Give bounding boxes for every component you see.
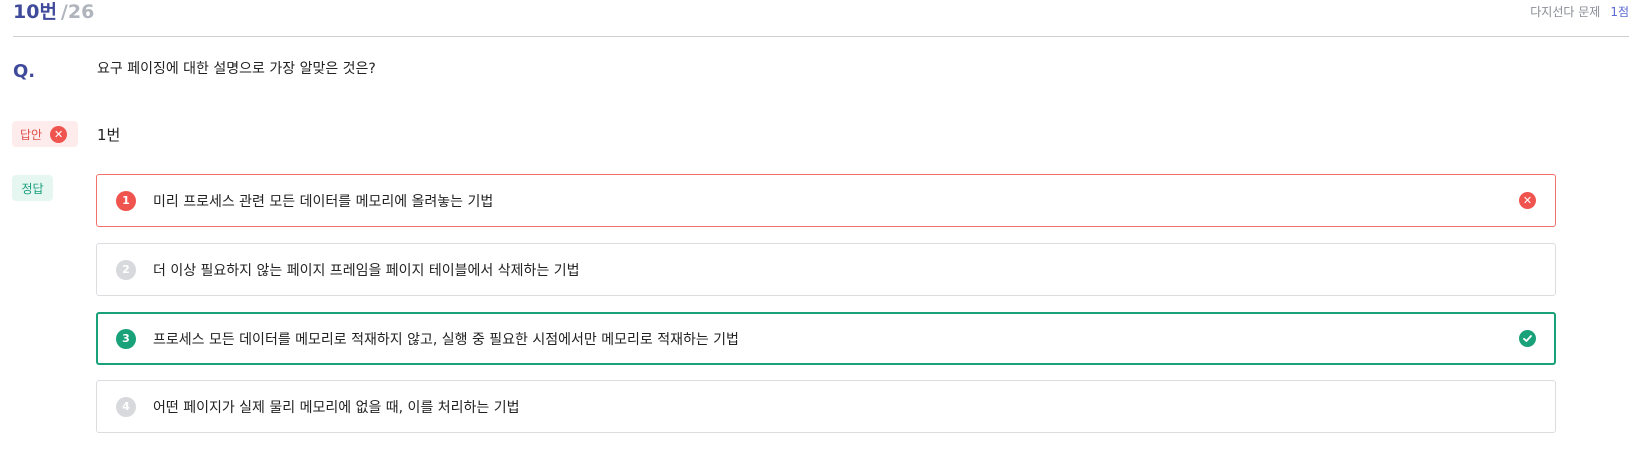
option-number-badge: 1 [116, 190, 136, 211]
x-circle-icon: ✕ [50, 125, 68, 143]
my-answer-label: 답안 [20, 127, 43, 142]
option-2[interactable]: 2 더 이상 필요하지 않는 페이지 프레임을 페이지 테이블에서 삭제하는 기… [96, 243, 1556, 296]
option-text: 어떤 페이지가 실제 물리 메모리에 없을 때, 이를 처리하는 기법 [153, 399, 520, 416]
correct-answer-badge: 정답 [12, 175, 53, 201]
option-number-badge: 3 [116, 328, 136, 349]
question-index: 10번 [13, 1, 57, 23]
option-number-badge: 2 [116, 259, 136, 280]
check-circle-icon [1519, 330, 1536, 347]
option-3[interactable]: 3 프로세스 모든 데이터를 메모리로 적재하지 않고, 실행 중 필요한 시점… [96, 312, 1556, 365]
quiz-result-panel: 10번/26 다지선다 문제 1점 Q. 요구 페이징에 대한 설명으로 가장 알… [0, 0, 1642, 470]
question-label: Q. [13, 61, 36, 82]
question-number: 10번/26 [13, 0, 94, 24]
option-text: 미리 프로세스 관련 모든 데이터를 메모리에 올려놓는 기법 [153, 193, 494, 210]
option-number-badge: 4 [116, 396, 136, 417]
question-total: /26 [60, 1, 95, 23]
question-text: 요구 페이징에 대한 설명으로 가장 알맞은 것은? [97, 61, 376, 77]
option-1[interactable]: 1 미리 프로세스 관련 모든 데이터를 메모리에 올려놓는 기법 ✕ [96, 174, 1556, 227]
my-answer-badge: 답안 ✕ [12, 121, 78, 147]
x-circle-icon: ✕ [1519, 192, 1536, 209]
option-text: 프로세스 모든 데이터를 메모리로 적재하지 않고, 실행 중 필요한 시점에서… [153, 331, 739, 348]
question-type: 다지선다 문제 [1530, 5, 1601, 19]
question-points: 1점 [1610, 5, 1629, 19]
question-header: 10번/26 다지선다 문제 1점 [13, 0, 1629, 37]
question-meta: 다지선다 문제 1점 [1530, 4, 1629, 20]
option-text: 더 이상 필요하지 않는 페이지 프레임을 페이지 테이블에서 삭제하는 기법 [153, 262, 580, 279]
option-4[interactable]: 4 어떤 페이지가 실제 물리 메모리에 없을 때, 이를 처리하는 기법 [96, 380, 1556, 433]
my-answer-value: 1번 [97, 126, 121, 144]
